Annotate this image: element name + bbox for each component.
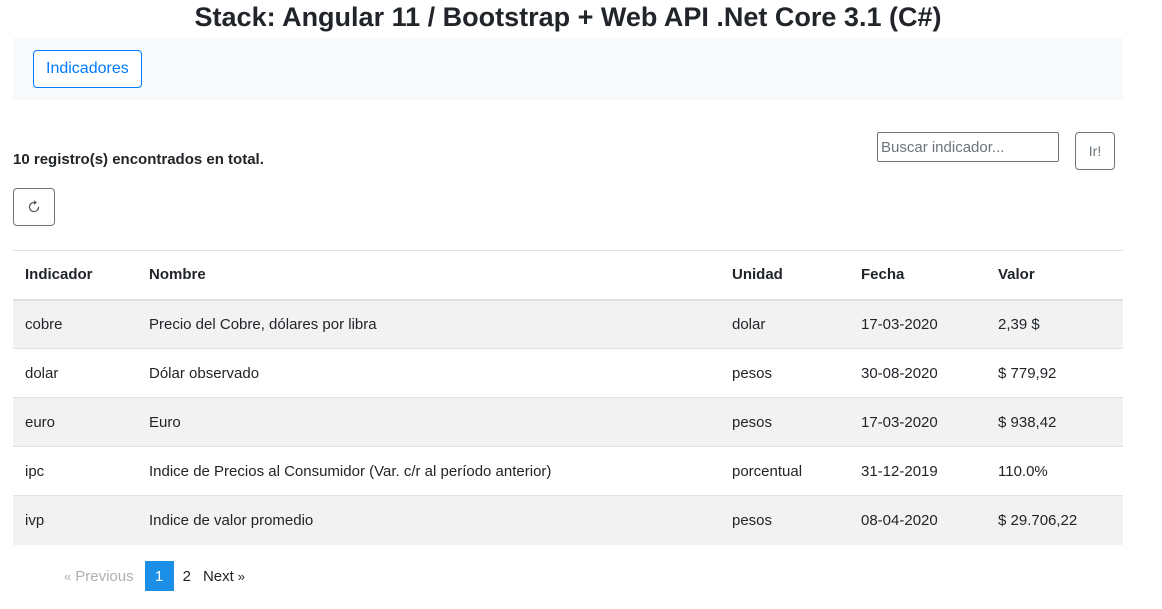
cell-unidad: pesos (720, 348, 849, 398)
column-header-unidad: Unidad (720, 250, 849, 301)
table-row: ipc Indice de Precios al Consumidor (Var… (13, 446, 1123, 496)
cell-valor: 2,39 $ (986, 299, 1123, 349)
cell-fecha: 31-12-2019 (849, 446, 986, 496)
cell-valor: 110.0% (986, 446, 1123, 496)
column-header-fecha: Fecha (849, 250, 986, 301)
cell-unidad: pesos (720, 495, 849, 545)
cell-indicador: euro (13, 397, 137, 447)
table-row: dolar Dólar observado pesos 30-08-2020 $… (13, 348, 1123, 398)
previous-page-label: Previous (75, 567, 134, 585)
pagination: « Previous 1 2 Next » (58, 561, 251, 591)
page-1-button[interactable]: 1 (144, 561, 174, 591)
table-row: euro Euro pesos 17-03-2020 $ 938,42 (13, 397, 1123, 447)
table-row: cobre Precio del Cobre, dólares por libr… (13, 299, 1123, 349)
records-count: 10 registro(s) encontrados en total. (13, 151, 264, 168)
navbar: Indicadores (13, 38, 1123, 100)
cell-indicador: ivp (13, 495, 137, 545)
cell-unidad: pesos (720, 397, 849, 447)
column-header-indicador: Indicador (13, 250, 137, 301)
refresh-icon (27, 200, 41, 214)
refresh-button[interactable] (13, 188, 55, 226)
chevron-double-right-icon: » (237, 568, 246, 584)
cell-nombre: Dólar observado (137, 348, 720, 398)
indicators-table: Indicador Nombre Unidad Fecha Valor cobr… (13, 250, 1123, 545)
cell-unidad: porcentual (720, 446, 849, 496)
cell-valor: $ 779,92 (986, 348, 1123, 398)
chevron-double-left-icon: « (64, 568, 72, 584)
cell-nombre: Indice de valor promedio (137, 495, 720, 545)
cell-valor: $ 938,42 (986, 397, 1123, 447)
cell-indicador: dolar (13, 348, 137, 398)
cell-fecha: 17-03-2020 (849, 299, 986, 349)
cell-valor: $ 29.706,22 (986, 495, 1123, 545)
column-header-nombre: Nombre (137, 250, 720, 301)
page-title: Stack: Angular 11 / Bootstrap + Web API … (194, 2, 942, 32)
go-button[interactable]: Ir! (1075, 132, 1115, 170)
indicadores-nav-button[interactable]: Indicadores (33, 50, 142, 88)
cell-nombre: Precio del Cobre, dólares por libra (137, 299, 720, 349)
next-page-button[interactable]: Next » (197, 561, 251, 591)
cell-indicador: cobre (13, 299, 137, 349)
search-input[interactable] (877, 132, 1059, 162)
cell-nombre: Euro (137, 397, 720, 447)
cell-fecha: 30-08-2020 (849, 348, 986, 398)
previous-page-button[interactable]: « Previous (58, 561, 140, 591)
cell-unidad: dolar (720, 299, 849, 349)
cell-nombre: Indice de Precios al Consumidor (Var. c/… (137, 446, 720, 496)
cell-indicador: ipc (13, 446, 137, 496)
table-row: ivp Indice de valor promedio pesos 08-04… (13, 495, 1123, 545)
column-header-valor: Valor (986, 250, 1123, 301)
page-2-button[interactable]: 2 (177, 561, 197, 591)
table-header-row: Indicador Nombre Unidad Fecha Valor (13, 250, 1123, 301)
cell-fecha: 08-04-2020 (849, 495, 986, 545)
next-page-label: Next (202, 567, 234, 585)
cell-fecha: 17-03-2020 (849, 397, 986, 447)
